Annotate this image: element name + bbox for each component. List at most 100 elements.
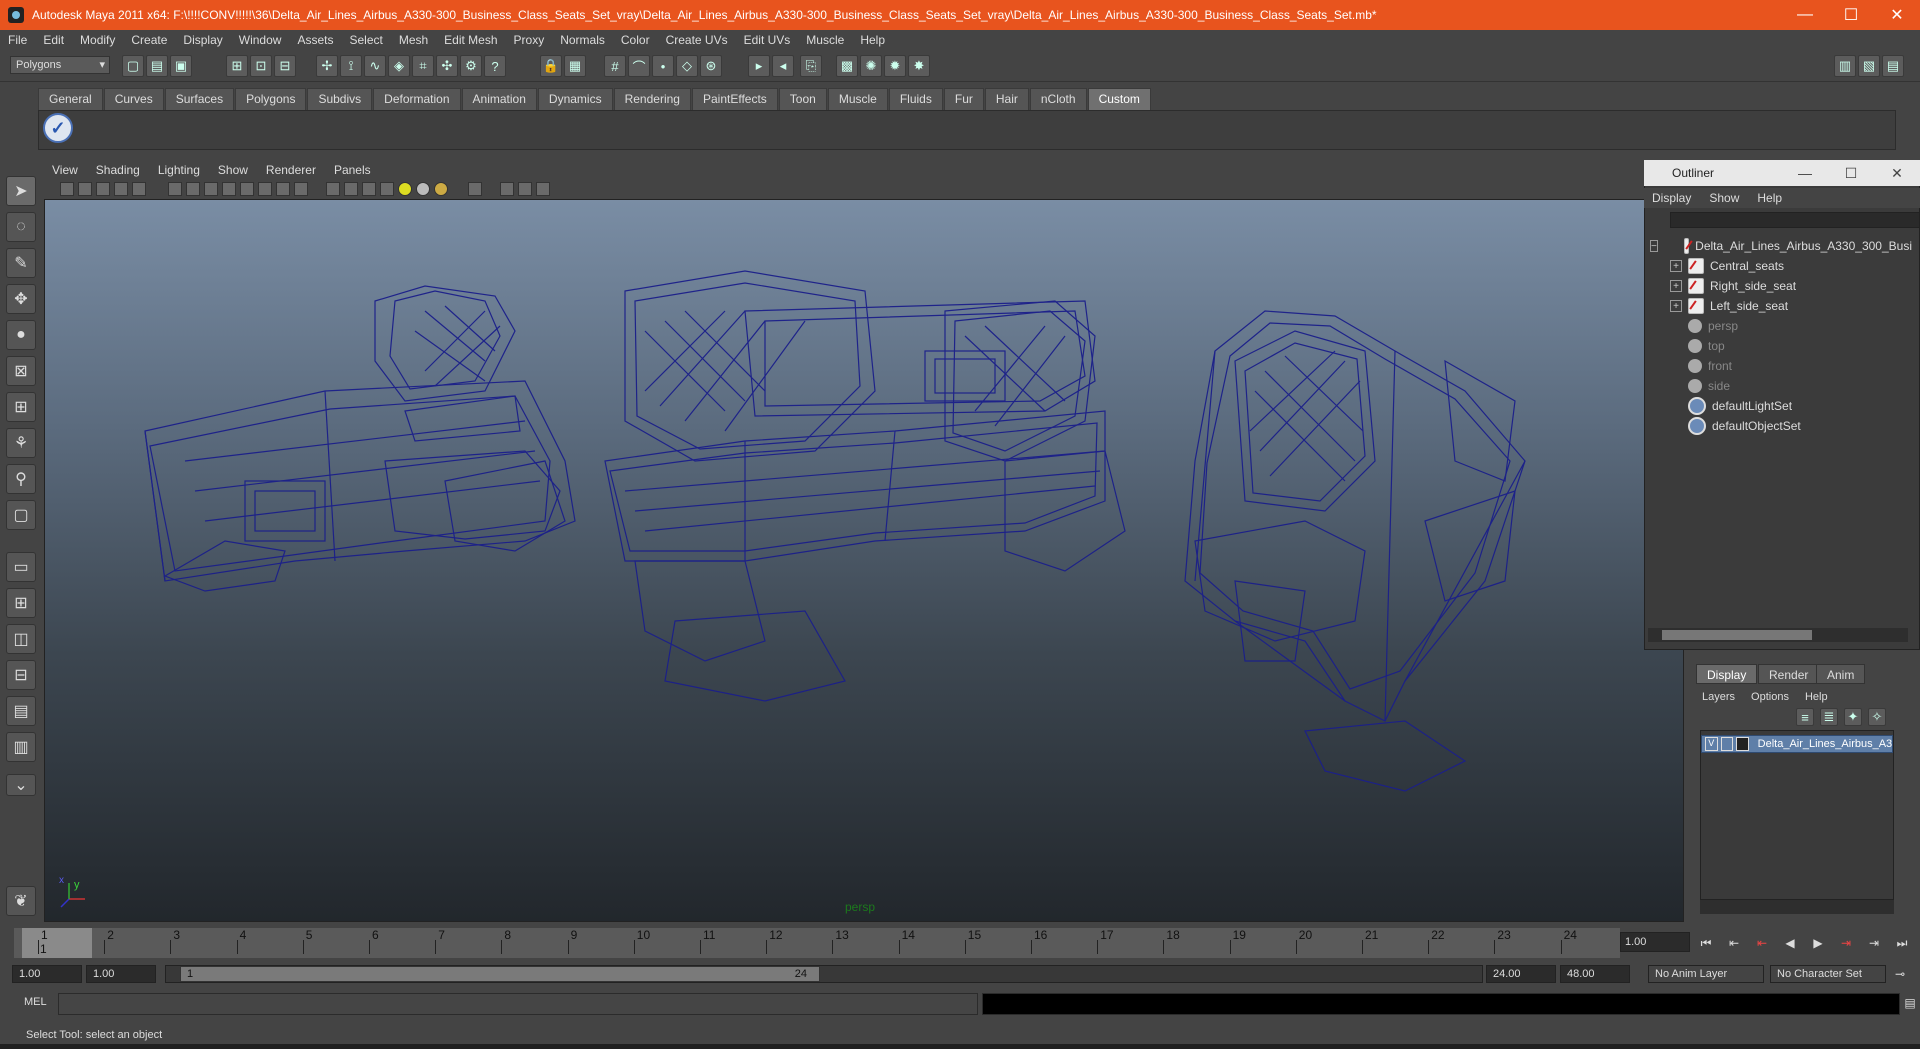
single-pane-layout-icon[interactable]: ▭ — [6, 552, 36, 582]
new-layer-selected-icon[interactable]: ✧ — [1868, 708, 1886, 726]
close-button[interactable]: ✕ — [1874, 0, 1920, 30]
character-set-selector[interactable]: No Character Set — [1770, 965, 1886, 983]
layer-menu-help[interactable]: Help — [1797, 691, 1836, 703]
outliner-item[interactable]: defaultLightSet — [1650, 396, 1912, 416]
viewport-menu-renderer[interactable]: Renderer — [258, 163, 326, 177]
shelf-tab-toon[interactable]: Toon — [778, 88, 827, 111]
go-to-start-icon[interactable]: ⏮ — [1696, 934, 1716, 952]
menu-help[interactable]: Help — [852, 33, 893, 47]
viewport-menu-lighting[interactable]: Lighting — [150, 163, 210, 177]
menu-create-uvs[interactable]: Create UVs — [658, 33, 736, 47]
mask-joints-icon[interactable]: ⟟ — [340, 55, 362, 77]
last-tool-icon[interactable]: ▢ — [6, 500, 36, 530]
minimize-button[interactable]: — — [1782, 0, 1828, 30]
time-slider[interactable] — [14, 928, 1620, 958]
mask-curves-icon[interactable]: ∿ — [364, 55, 386, 77]
snap-grid-icon[interactable]: # — [604, 55, 626, 77]
play-forwards-icon[interactable]: ▶ — [1808, 934, 1828, 952]
show-tool-settings-icon[interactable]: ▧ — [1858, 55, 1880, 77]
render-frame-icon[interactable]: ✺ — [860, 55, 882, 77]
menu-mesh[interactable]: Mesh — [391, 33, 436, 47]
layer-menu-layers[interactable]: Layers — [1694, 691, 1743, 703]
menu-edit-mesh[interactable]: Edit Mesh — [436, 33, 505, 47]
select-tool-icon[interactable]: ➤ — [6, 176, 36, 206]
lasso-tool-icon[interactable]: ◌ — [6, 212, 36, 242]
safe-title-icon[interactable] — [276, 182, 290, 196]
isolate-select-icon[interactable] — [468, 182, 482, 196]
xray-icon[interactable] — [500, 182, 514, 196]
animation-start-field[interactable]: 1.00 — [12, 965, 82, 983]
outliner-menu-show[interactable]: Show — [1701, 191, 1749, 205]
mask-handles-icon[interactable]: ✢ — [316, 55, 338, 77]
anim-layer-selector[interactable]: No Anim Layer — [1648, 965, 1764, 983]
collapse-icon[interactable]: − — [1650, 240, 1658, 252]
expand-icon[interactable]: + — [1670, 260, 1682, 272]
create-layer-icon[interactable]: ≡ — [1796, 708, 1814, 726]
key-icon[interactable]: ⊸ — [1890, 965, 1910, 983]
animation-end-field[interactable]: 48.00 — [1560, 965, 1630, 983]
wireframe-on-shaded-icon[interactable] — [362, 182, 376, 196]
outliner-item[interactable]: persp — [1650, 316, 1912, 336]
textured-icon[interactable] — [380, 182, 394, 196]
expand-icon[interactable]: + — [1670, 280, 1682, 292]
outliner-minimize-button[interactable]: — — [1782, 165, 1828, 181]
step-back-key-icon[interactable]: ⇤ — [1752, 934, 1772, 952]
layer-color-swatch[interactable] — [1736, 737, 1749, 751]
menu-muscle[interactable]: Muscle — [798, 33, 852, 47]
menu-normals[interactable]: Normals — [552, 33, 613, 47]
shelf-tab-dynamics[interactable]: Dynamics — [537, 88, 613, 111]
menu-modify[interactable]: Modify — [72, 33, 123, 47]
mask-deformers-icon[interactable]: ⌗ — [412, 55, 434, 77]
range-slider-thumb[interactable]: 1 24 — [180, 966, 820, 982]
shelf-tab-painteffects[interactable]: PaintEffects — [691, 88, 778, 111]
wireframe-shading-icon[interactable] — [326, 182, 340, 196]
maximize-button[interactable]: ☐ — [1828, 0, 1874, 30]
outliner-item[interactable]: top — [1650, 336, 1912, 356]
two-d-pan-zoom-icon[interactable] — [132, 182, 146, 196]
camera-attributes-icon[interactable] — [78, 182, 92, 196]
outliner-item[interactable]: + Central_seats — [1650, 256, 1912, 276]
menu-edit[interactable]: Edit — [35, 33, 72, 47]
mask-surfaces-icon[interactable]: ◈ — [388, 55, 410, 77]
step-forward-key-icon[interactable]: ⇥ — [1836, 934, 1856, 952]
shelf-tab-polygons[interactable]: Polygons — [235, 88, 307, 111]
viewport-menu-panels[interactable]: Panels — [326, 163, 381, 177]
layer-menu-options[interactable]: Options — [1743, 691, 1797, 703]
shelf-tab-curves[interactable]: Curves — [103, 88, 164, 111]
rotate-tool-icon[interactable]: ● — [6, 320, 36, 350]
new-empty-layer-icon[interactable]: ✦ — [1844, 708, 1862, 726]
viewport-menu-show[interactable]: Show — [210, 163, 258, 177]
menu-assets[interactable]: Assets — [289, 33, 341, 47]
persp-outliner-layout-icon[interactable]: ◫ — [6, 624, 36, 654]
menu-edit-uvs[interactable]: Edit UVs — [736, 33, 799, 47]
select-object-icon[interactable]: ⊡ — [250, 55, 272, 77]
select-camera-icon[interactable] — [60, 182, 74, 196]
shelf-tab-fluids[interactable]: Fluids — [888, 88, 943, 111]
save-scene-icon[interactable]: ▣ — [170, 55, 192, 77]
mask-misc-icon[interactable]: ? — [484, 55, 506, 77]
outliner-filter-input[interactable] — [1670, 212, 1920, 228]
playback-end-field[interactable]: 24.00 — [1486, 965, 1556, 983]
create-layer-from-selected-icon[interactable]: ≣ — [1820, 708, 1838, 726]
go-to-end-icon[interactable]: ⏭ — [1892, 934, 1912, 952]
step-forward-frame-icon[interactable]: ⇥ — [1864, 934, 1884, 952]
menu-window[interactable]: Window — [231, 33, 290, 47]
outliner-item[interactable]: + Right_side_seat — [1650, 276, 1912, 296]
high-quality-icon[interactable] — [434, 182, 448, 196]
render-settings-icon[interactable]: ✸ — [908, 55, 930, 77]
highlight-selection-icon[interactable]: ▦ — [564, 55, 586, 77]
shelf-tab-hair[interactable]: Hair — [984, 88, 1029, 111]
perspective-viewport[interactable]: y x — [44, 160, 1684, 922]
grid-icon[interactable] — [168, 182, 182, 196]
construction-history-icon[interactable]: ⎘ — [800, 55, 822, 77]
render-view-icon[interactable]: ▩ — [836, 55, 858, 77]
outliner-item[interactable]: front — [1650, 356, 1912, 376]
field-chart-icon[interactable] — [240, 182, 254, 196]
command-language-label[interactable]: MEL — [24, 996, 47, 1008]
gate-mask-icon[interactable] — [222, 182, 236, 196]
lock-selection-icon[interactable]: 🔒 — [540, 55, 562, 77]
outliner-menu-display[interactable]: Display — [1644, 191, 1701, 205]
ipr-render-icon[interactable]: ✹ — [884, 55, 906, 77]
expand-icon[interactable]: + — [1670, 300, 1682, 312]
universal-manipulator-icon[interactable]: ⊞ — [6, 392, 36, 422]
